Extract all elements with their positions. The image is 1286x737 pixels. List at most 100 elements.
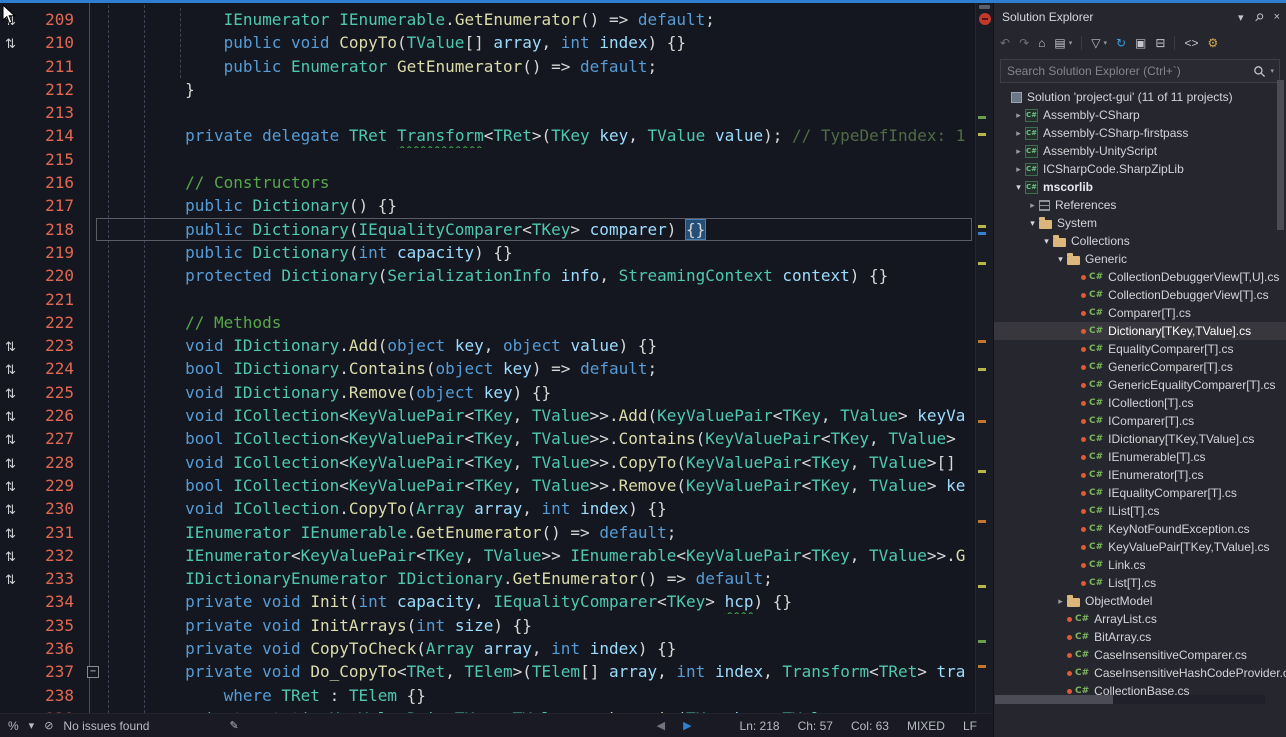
- tree-item[interactable]: C#CollectionDebuggerView[T].cs: [994, 286, 1286, 304]
- code-text[interactable]: public Dictionary(IEqualityComparer<TKey…: [108, 218, 975, 241]
- tree-item[interactable]: ▸References: [994, 196, 1286, 214]
- switch-views-icon[interactable]: ▤: [1054, 36, 1065, 50]
- code-line[interactable]: 237− private void Do_CopyTo<TRet, TElem>…: [0, 660, 975, 683]
- line-number[interactable]: 220: [30, 264, 74, 287]
- expander-closed-icon[interactable]: ▸: [1054, 596, 1067, 607]
- tree-item[interactable]: C#IList[T].cs: [994, 502, 1286, 520]
- tree-item[interactable]: C#GenericComparer[T].cs: [994, 358, 1286, 376]
- references-icon[interactable]: ⇅: [0, 474, 30, 497]
- line-number[interactable]: 212: [30, 78, 74, 101]
- tree-item[interactable]: C#Link.cs: [994, 556, 1286, 574]
- fold-margin[interactable]: −: [74, 660, 108, 683]
- zoom-level[interactable]: %: [8, 719, 19, 733]
- code-line[interactable]: 211 public Enumerator GetEnumerator() =>…: [0, 55, 975, 78]
- scroll-right-icon[interactable]: ▶: [683, 719, 691, 732]
- expander-open-icon[interactable]: ▾: [1026, 218, 1039, 229]
- code-line[interactable]: 212 }: [0, 78, 975, 101]
- line-ending-indicator[interactable]: MIXED: [907, 719, 945, 733]
- expander-open-icon[interactable]: ▾: [1040, 236, 1053, 247]
- tree-item[interactable]: C#ArrayList.cs: [994, 610, 1286, 628]
- code-text[interactable]: private delegate TRet Transform<TRet>(TK…: [108, 124, 975, 147]
- line-number[interactable]: 211: [30, 55, 74, 78]
- tree-item[interactable]: C#CaseInsensitiveHashCodeProvider.cs: [994, 664, 1286, 682]
- line-number[interactable]: 229: [30, 474, 74, 497]
- sync-with-active-document-icon[interactable]: ↻: [1116, 36, 1126, 50]
- line-indicator[interactable]: Ln: 218: [740, 719, 780, 733]
- tree-item[interactable]: C#Comparer[T].cs: [994, 304, 1286, 322]
- switch-views-icon-caret[interactable]: ▾: [1069, 39, 1073, 47]
- line-number[interactable]: 209: [30, 8, 74, 31]
- code-line[interactable]: 219 public Dictionary(int capacity) {}: [0, 241, 975, 264]
- tree-item[interactable]: C#List[T].cs: [994, 574, 1286, 592]
- expander-closed-icon[interactable]: ▸: [1012, 146, 1025, 157]
- close-icon[interactable]: ×: [1274, 11, 1280, 23]
- line-number[interactable]: 217: [30, 194, 74, 217]
- tree-item[interactable]: C#IEnumerator[T].cs: [994, 466, 1286, 484]
- properties-icon[interactable]: ⚙: [1207, 36, 1218, 50]
- code-line[interactable]: 221: [0, 288, 975, 311]
- code-line[interactable]: ⇅209 IEnumerator IEnumerable.GetEnumerat…: [0, 8, 975, 31]
- code-line[interactable]: ⇅225 void IDictionary.Remove(object key)…: [0, 381, 975, 404]
- no-issues-icon[interactable]: ⊘: [44, 719, 53, 732]
- code-text[interactable]: public Dictionary(int capacity) {}: [108, 241, 975, 264]
- tree-vertical-scrollbar[interactable]: [1277, 80, 1284, 688]
- code-line[interactable]: ⇅210 public void CopyTo(TValue[] array, …: [0, 31, 975, 54]
- references-icon[interactable]: ⇅: [0, 567, 30, 590]
- line-number[interactable]: 231: [30, 521, 74, 544]
- tree-item[interactable]: C#CollectionDebuggerView[T,U].cs: [994, 268, 1286, 286]
- tree-item[interactable]: C#CaseInsensitiveComparer.cs: [994, 646, 1286, 664]
- eol-indicator[interactable]: LF: [963, 719, 977, 733]
- code-line[interactable]: ⇅230 void ICollection.CopyTo(Array array…: [0, 497, 975, 520]
- expander-open-icon[interactable]: ▾: [1012, 182, 1025, 193]
- edit-pencil-icon[interactable]: ✎: [229, 719, 238, 732]
- tree-item[interactable]: C#KeyValuePair[TKey,TValue].cs: [994, 538, 1286, 556]
- references-icon[interactable]: ⇅: [0, 381, 30, 404]
- expander-closed-icon[interactable]: ▸: [1026, 200, 1039, 211]
- code-text[interactable]: public Enumerator GetEnumerator() => def…: [108, 55, 975, 78]
- view-code-icon[interactable]: <>: [1184, 36, 1198, 50]
- code-text[interactable]: [108, 288, 975, 311]
- line-number[interactable]: 228: [30, 451, 74, 474]
- line-number[interactable]: 210: [30, 31, 74, 54]
- references-icon[interactable]: ⇅: [0, 497, 30, 520]
- code-line[interactable]: ⇅229 bool ICollection<KeyValuePair<TKey,…: [0, 474, 975, 497]
- tree-item[interactable]: C#KeyNotFoundException.cs: [994, 520, 1286, 538]
- scrollbar-thumb[interactable]: [1277, 80, 1284, 230]
- back-icon[interactable]: ↶: [1000, 36, 1010, 50]
- code-text[interactable]: [108, 148, 975, 171]
- code-text[interactable]: [108, 101, 975, 124]
- code-line[interactable]: 216 // Constructors: [0, 171, 975, 194]
- line-number[interactable]: 238: [30, 684, 74, 707]
- code-line[interactable]: 218 public Dictionary(IEqualityComparer<…: [0, 218, 975, 241]
- code-text[interactable]: void ICollection<KeyValuePair<TKey, TVal…: [108, 451, 975, 474]
- code-line[interactable]: ⇅228 void ICollection<KeyValuePair<TKey,…: [0, 451, 975, 474]
- tree-item[interactable]: C#BitArray.cs: [994, 628, 1286, 646]
- line-number[interactable]: 224: [30, 357, 74, 380]
- tree-item[interactable]: C#ICollection[T].cs: [994, 394, 1286, 412]
- tree-item[interactable]: ▾Collections: [994, 232, 1286, 250]
- references-icon[interactable]: ⇅: [0, 357, 30, 380]
- line-number[interactable]: 218: [30, 218, 74, 241]
- code-text[interactable]: private void InitArrays(int size) {}: [108, 614, 975, 637]
- window-position-icon[interactable]: ▾: [1238, 11, 1244, 24]
- code-editor[interactable]: ⇅209 IEnumerator IEnumerable.GetEnumerat…: [0, 0, 975, 713]
- references-icon[interactable]: ⇅: [0, 31, 30, 54]
- code-text[interactable]: // Methods: [108, 311, 975, 334]
- collapse-all-icon[interactable]: ⊟: [1155, 36, 1165, 50]
- code-text[interactable]: void ICollection.CopyTo(Array array, int…: [108, 497, 975, 520]
- code-text[interactable]: IEnumerator IEnumerable.GetEnumerator() …: [108, 8, 975, 31]
- panel-title-bar[interactable]: Solution Explorer ▾⚲×: [994, 0, 1286, 30]
- code-text[interactable]: private void CopyToCheck(Array array, in…: [108, 637, 975, 660]
- tree-horizontal-scrollbar[interactable]: [995, 695, 1265, 704]
- references-icon[interactable]: ⇅: [0, 521, 30, 544]
- code-text[interactable]: }: [108, 78, 975, 101]
- code-line[interactable]: ⇅224 bool IDictionary.Contains(object ke…: [0, 357, 975, 380]
- scrollbar-thumb[interactable]: [995, 695, 1113, 704]
- code-text[interactable]: bool ICollection<KeyValuePair<TKey, TVal…: [108, 427, 975, 450]
- no-issues-label[interactable]: No issues found: [63, 719, 149, 733]
- tree-item[interactable]: C#Dictionary[TKey,TValue].cs: [994, 322, 1286, 340]
- line-number[interactable]: 234: [30, 590, 74, 613]
- char-indicator[interactable]: Ch: 57: [798, 719, 833, 733]
- code-line[interactable]: ⇅231 IEnumerator IEnumerable.GetEnumerat…: [0, 521, 975, 544]
- expander-open-icon[interactable]: ▾: [1054, 254, 1067, 265]
